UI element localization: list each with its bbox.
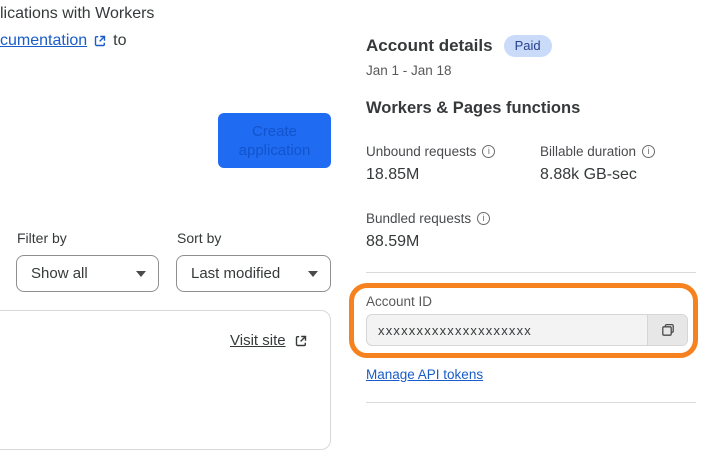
intro-line-2-suffix: to	[113, 32, 127, 49]
visit-site: Visit site	[230, 332, 308, 349]
workers-pages-section-title: Workers & Pages functions	[366, 99, 581, 117]
metric-label: Billable duration	[540, 144, 637, 159]
metric-unbound-requests: Unbound requests 18.85M	[366, 144, 496, 184]
divider	[366, 272, 696, 273]
metric-value: 18.85M	[366, 166, 420, 183]
manage-api-tokens-link[interactable]: Manage API tokens	[366, 367, 483, 382]
intro-line-1: lications with Workers	[0, 5, 155, 22]
info-icon[interactable]	[642, 145, 656, 158]
visit-site-link[interactable]: Visit site	[230, 332, 286, 349]
sort-dropdown[interactable]: Last modified	[176, 255, 331, 292]
chevron-down-icon	[136, 270, 146, 277]
metric-value: 8.88k GB-sec	[540, 166, 637, 183]
metric-value: 88.59M	[366, 233, 420, 250]
filter-by-label: Filter by	[17, 230, 67, 246]
account-id-label: Account ID	[366, 294, 433, 309]
copy-icon	[660, 322, 676, 338]
documentation-link[interactable]: cumentation	[0, 27, 87, 54]
metric-label: Unbound requests	[366, 144, 477, 159]
metric-label: Bundled requests	[366, 211, 472, 226]
paid-badge: Paid	[503, 35, 552, 57]
account-details-header: Account details Paid	[366, 35, 552, 57]
metric-bundled-requests: Bundled requests 88.59M	[366, 211, 491, 251]
metric-billable-duration: Billable duration 8.88k GB-sec	[540, 144, 656, 184]
account-id-field[interactable]: xxxxxxxxxxxxxxxxxxxx	[366, 314, 688, 346]
info-icon[interactable]	[482, 145, 496, 158]
external-link-icon	[294, 334, 308, 348]
account-id-value[interactable]: xxxxxxxxxxxxxxxxxxxx	[367, 315, 647, 345]
intro-text: lications with Workers cumentation to	[0, 0, 154, 54]
copy-button[interactable]	[647, 315, 687, 345]
external-link-icon	[93, 34, 107, 48]
chevron-down-icon	[308, 270, 318, 277]
project-card	[0, 310, 331, 450]
sort-dropdown-value: Last modified	[191, 265, 281, 282]
account-details-title: Account details	[366, 36, 493, 55]
sort-by-label: Sort by	[177, 230, 222, 246]
create-application-button[interactable]: Create application	[218, 113, 331, 168]
date-range: Jan 1 - Jan 18	[366, 63, 452, 78]
filter-dropdown[interactable]: Show all	[16, 255, 159, 292]
filter-dropdown-value: Show all	[31, 265, 88, 282]
info-icon[interactable]	[477, 212, 491, 225]
divider	[366, 402, 696, 403]
